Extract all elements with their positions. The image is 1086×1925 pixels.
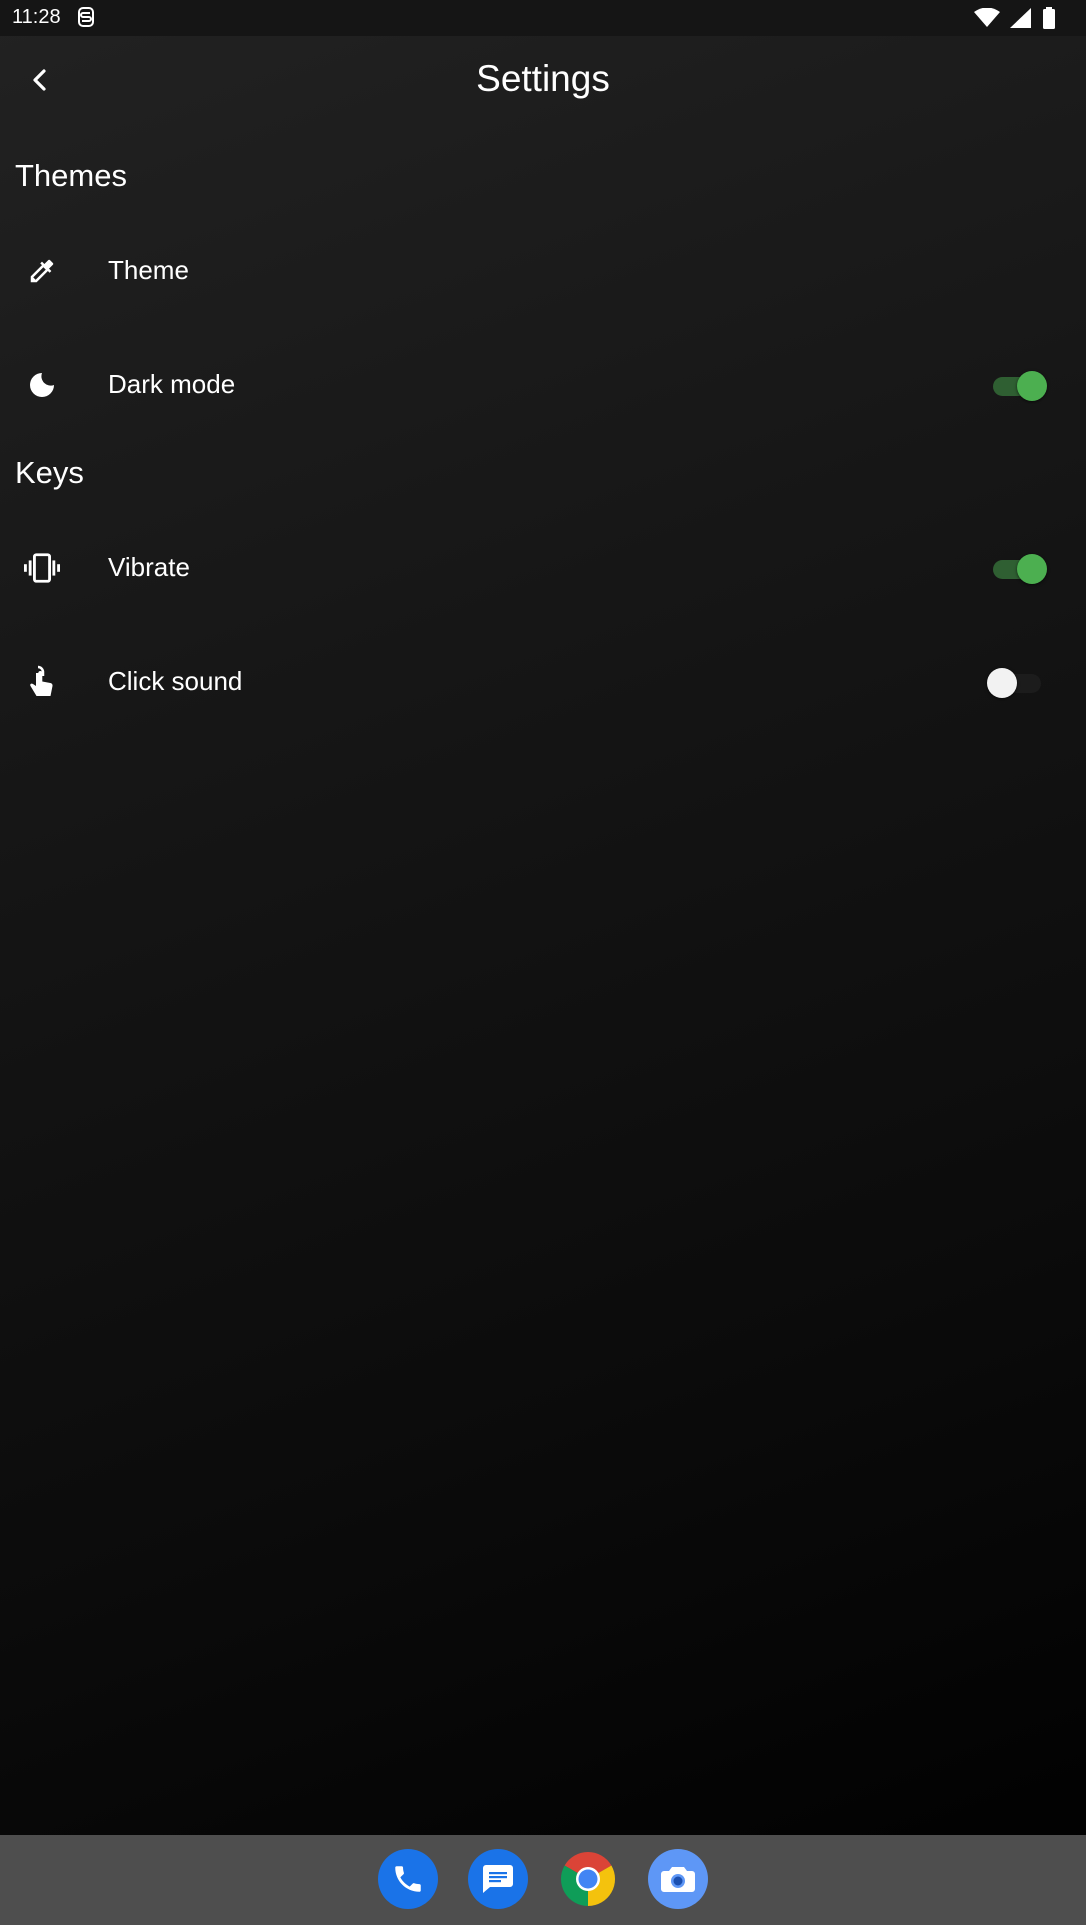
app-dock	[0, 1835, 1086, 1925]
battery-icon	[1042, 7, 1056, 34]
vibrate-icon	[24, 550, 60, 586]
settings-item-theme[interactable]: Theme	[0, 223, 1086, 319]
toggle-thumb	[987, 668, 1017, 698]
settings-item-click-sound[interactable]: Click sound	[0, 634, 1086, 730]
status-time: 11:28	[12, 6, 61, 28]
settings-item-label: Dark mode	[108, 369, 236, 399]
app-bar: Settings	[0, 36, 1086, 128]
click-sound-toggle[interactable]	[985, 665, 1050, 701]
dark-mode-toggle[interactable]	[985, 368, 1050, 404]
camera-icon[interactable]	[648, 1849, 708, 1909]
phone-icon[interactable]	[378, 1849, 438, 1909]
settings-item-dark-mode[interactable]: Dark mode	[0, 337, 1086, 433]
vibrate-toggle[interactable]	[985, 551, 1050, 587]
s-notification-icon	[76, 6, 96, 28]
chrome-icon[interactable]	[558, 1849, 618, 1909]
section-title-themes: Themes	[15, 158, 127, 193]
touch-icon	[24, 664, 60, 700]
settings-item-label: Vibrate	[108, 552, 190, 582]
toggle-thumb	[1017, 554, 1047, 584]
settings-item-label: Click sound	[108, 666, 243, 696]
settings-item-label: Theme	[108, 255, 189, 285]
page-title: Settings	[476, 58, 610, 99]
wifi-icon	[974, 7, 1000, 33]
cell-signal-icon	[1010, 8, 1032, 33]
messages-icon[interactable]	[468, 1849, 528, 1909]
toggle-thumb	[1017, 371, 1047, 401]
moon-icon	[24, 367, 60, 403]
settings-item-vibrate[interactable]: Vibrate	[0, 520, 1086, 616]
section-title-keys: Keys	[15, 455, 84, 490]
status-bar: 11:28	[0, 0, 1086, 36]
eyedropper-icon	[24, 253, 60, 289]
